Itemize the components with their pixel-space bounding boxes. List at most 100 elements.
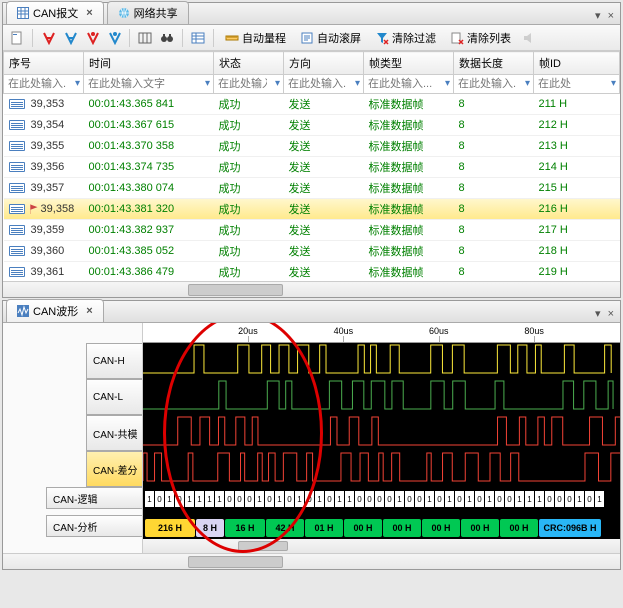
- decoded-bytes-bar: 216 H8 H16 H42 H01 H00 H00 H00 H00 H00 H…: [143, 519, 620, 539]
- col-status[interactable]: 状态: [214, 52, 284, 75]
- globe-icon: [118, 7, 130, 19]
- col-index[interactable]: 序号: [4, 52, 84, 75]
- row-icon: [9, 204, 25, 214]
- filter-fid[interactable]: [534, 75, 619, 93]
- filter-index[interactable]: [4, 75, 83, 93]
- table-row[interactable]: 39,35800:01:43.381 320成功发送标准数据帧8216 H: [4, 199, 620, 220]
- filter-dir[interactable]: [284, 75, 363, 93]
- row-icon: [9, 141, 25, 151]
- col-datalen[interactable]: 数据长度: [454, 52, 534, 75]
- label: 自动量程: [242, 30, 286, 46]
- horizontal-scrollbar[interactable]: [3, 553, 620, 569]
- funnel-icon[interactable]: ▾: [355, 78, 360, 89]
- table-row[interactable]: 39,35900:01:43.382 937成功发送标准数据帧8217 H: [4, 220, 620, 241]
- ruler-icon: [225, 31, 239, 45]
- col-time[interactable]: 时间: [84, 52, 214, 75]
- tab-can-waveform[interactable]: CAN波形 ×: [6, 299, 104, 322]
- auto-range-button[interactable]: 自动量程: [220, 28, 291, 48]
- byte-box: 00 H: [500, 519, 538, 537]
- tab-can-messages[interactable]: CAN报文 ×: [6, 1, 104, 24]
- filter-ftype[interactable]: [364, 75, 453, 93]
- label: 清除列表: [467, 30, 511, 46]
- row-icon: [9, 183, 25, 193]
- funnel-icon[interactable]: ▾: [611, 78, 616, 89]
- waveform-svg: [143, 343, 620, 493]
- label: CAN-L: [93, 392, 142, 403]
- label: 清除过滤: [392, 30, 436, 46]
- table-row[interactable]: 39,35400:01:43.367 615成功发送标准数据帧8212 H: [4, 115, 620, 136]
- filter-len[interactable]: [454, 75, 533, 93]
- pin-icon[interactable]: ▾: [595, 10, 601, 22]
- clear-list-icon: [450, 31, 464, 45]
- tab-label: 网络共享: [134, 5, 178, 21]
- pin-icon[interactable]: ▾: [595, 308, 601, 320]
- clear-list-button[interactable]: 清除列表: [445, 28, 516, 48]
- table-row[interactable]: 39,35300:01:43.365 841成功发送标准数据帧8211 H: [4, 94, 620, 115]
- byte-box: 00 H: [344, 519, 382, 537]
- plot-area[interactable]: 20us40us60us80us 10101111000101010101100…: [143, 323, 620, 553]
- clear-filter-button[interactable]: 清除过滤: [370, 28, 441, 48]
- messages-table: 序号 时间 状态 方向 帧类型 数据长度 帧ID ▾ ▾ ▾ ▾ ▾ ▾ ▾: [3, 51, 620, 281]
- row-icon: [9, 162, 25, 172]
- close-icon[interactable]: ×: [86, 305, 92, 317]
- byte-box: 00 H: [422, 519, 460, 537]
- filter-row: ▾ ▾ ▾ ▾ ▾ ▾ ▾: [4, 75, 620, 94]
- funnel-icon[interactable]: ▾: [275, 78, 280, 89]
- channel-can-h[interactable]: CAN-H: [86, 343, 142, 379]
- byte-box: 42 H: [266, 519, 304, 537]
- close-icon[interactable]: ×: [608, 308, 614, 320]
- col-frametype[interactable]: 帧类型: [364, 52, 454, 75]
- table-icon[interactable]: [189, 29, 207, 47]
- table-row[interactable]: 39,36000:01:43.385 052成功发送标准数据帧8218 H: [4, 241, 620, 262]
- time-tick-label: 20us: [238, 326, 258, 336]
- can-messages-panel: CAN报文 × 网络共享 ▾ × 自动量程 自动滚屏 清除过滤 清除列表: [2, 2, 621, 298]
- channel-can-logic[interactable]: CAN-逻辑: [46, 487, 142, 509]
- channel-can-analysis[interactable]: CAN-分析: [46, 515, 142, 537]
- funnel-icon[interactable]: ▾: [205, 78, 210, 89]
- label: CAN-差分: [93, 462, 142, 477]
- messages-table-wrap[interactable]: 序号 时间 状态 方向 帧类型 数据长度 帧ID ▾ ▾ ▾ ▾ ▾ ▾ ▾: [3, 51, 620, 281]
- label: 自动滚屏: [317, 30, 361, 46]
- time-tick-label: 80us: [524, 326, 544, 336]
- table-row[interactable]: 39,35500:01:43.370 358成功发送标准数据帧8213 H: [4, 136, 620, 157]
- filter-d-icon[interactable]: [105, 29, 123, 47]
- can-waveform-panel: CAN波形 × ▾ × 1.117V296.9mV-523.4mV CAN-H …: [2, 300, 621, 570]
- sound-icon[interactable]: [520, 29, 538, 47]
- filter-status[interactable]: [214, 75, 283, 93]
- wave-icon: [17, 305, 29, 317]
- close-icon[interactable]: ×: [86, 7, 92, 19]
- byte-box: 8 H: [196, 519, 224, 537]
- row-icon: [9, 267, 25, 277]
- binoculars-icon[interactable]: [158, 29, 176, 47]
- filter-c-icon[interactable]: [83, 29, 101, 47]
- byte-box: 00 H: [461, 519, 499, 537]
- horizontal-scrollbar[interactable]: [3, 281, 620, 297]
- horizontal-scrollbar[interactable]: [143, 539, 620, 553]
- tab-network-share[interactable]: 网络共享: [107, 1, 189, 24]
- channel-can-l[interactable]: CAN-L: [86, 379, 142, 415]
- panel-controls: ▾ ×: [589, 7, 620, 24]
- table-row[interactable]: 39,35700:01:43.380 074成功发送标准数据帧8215 H: [4, 178, 620, 199]
- funnel-icon[interactable]: ▾: [445, 78, 450, 89]
- table-row[interactable]: 39,35600:01:43.374 735成功发送标准数据帧8214 H: [4, 157, 620, 178]
- time-tick-label: 60us: [429, 326, 449, 336]
- filter-a-icon[interactable]: [39, 29, 57, 47]
- col-frameid[interactable]: 帧ID: [534, 52, 620, 75]
- columns-icon[interactable]: [136, 29, 154, 47]
- table-header-row: 序号 时间 状态 方向 帧类型 数据长度 帧ID: [4, 52, 620, 75]
- time-ruler: 20us40us60us80us: [143, 323, 620, 343]
- channel-can-diff[interactable]: CAN-差分: [86, 451, 142, 487]
- tab-label: CAN波形: [33, 303, 78, 319]
- auto-scroll-button[interactable]: 自动滚屏: [295, 28, 366, 48]
- byte-box: 01 H: [305, 519, 343, 537]
- page-icon[interactable]: [8, 29, 26, 47]
- close-icon[interactable]: ×: [608, 10, 614, 22]
- filter-b-icon[interactable]: [61, 29, 79, 47]
- funnel-icon[interactable]: ▾: [525, 78, 530, 89]
- filter-time[interactable]: [84, 75, 213, 93]
- table-row[interactable]: 39,36100:01:43.386 479成功发送标准数据帧8219 H: [4, 262, 620, 282]
- channel-can-cm[interactable]: CAN-共模: [86, 415, 142, 451]
- col-direction[interactable]: 方向: [284, 52, 364, 75]
- funnel-icon[interactable]: ▾: [75, 78, 80, 89]
- row-icon: [9, 120, 25, 130]
